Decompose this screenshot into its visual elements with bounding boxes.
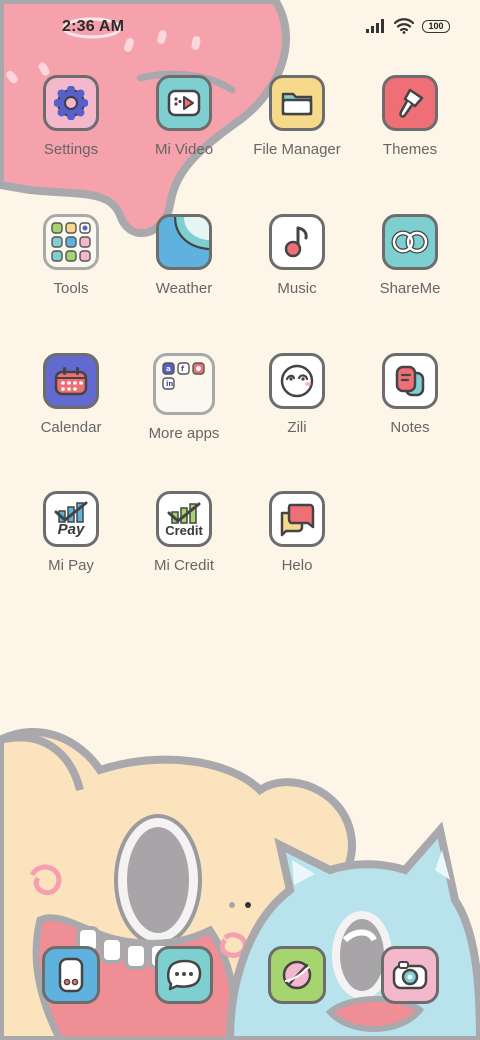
brush-icon: [382, 75, 438, 131]
app-label: Settings: [43, 141, 99, 158]
svg-text:a: a: [166, 365, 171, 373]
settings-icon: [43, 75, 99, 131]
app-settings[interactable]: Settings: [14, 75, 128, 158]
battery-icon: 100: [422, 19, 450, 33]
app-label: ShareMe: [379, 280, 441, 297]
music-icon: [269, 214, 325, 270]
page-dot-1[interactable]: [229, 902, 235, 908]
mi-pay-icon: Pay: [43, 491, 99, 547]
app-mi-credit[interactable]: Credit Mi Credit: [127, 491, 241, 574]
app-label: Weather: [155, 280, 213, 297]
app-label: Tools: [53, 280, 89, 297]
app-label: Calendar: [40, 419, 102, 436]
app-label: Helo: [281, 557, 313, 574]
app-mi-video[interactable]: Mi Video: [127, 75, 241, 158]
video-icon: [156, 75, 212, 131]
zili-face-icon: [269, 353, 325, 409]
tools-folder-icon: [43, 214, 99, 270]
more-apps-folder-icon: a f in: [153, 353, 215, 415]
app-tools-folder[interactable]: Tools: [14, 214, 128, 297]
phone-icon: [58, 957, 84, 993]
app-label: Music: [277, 280, 317, 297]
shareme-icon: [382, 214, 438, 270]
clock: 2:36 AM: [62, 18, 125, 35]
dock-phone-app[interactable]: [42, 946, 100, 1004]
status-icons: 100: [366, 18, 450, 34]
app-label: Mi Video: [154, 141, 214, 158]
app-label: More apps: [148, 425, 220, 442]
signal-icon: [366, 19, 384, 33]
battery-level: 100: [428, 21, 444, 31]
app-label: Themes: [382, 141, 438, 158]
app-file-manager[interactable]: File Manager: [240, 75, 354, 158]
wifi-icon: [394, 18, 414, 34]
app-music[interactable]: Music: [240, 214, 354, 297]
app-label: Mi Credit: [153, 557, 214, 574]
notes-icon: [382, 353, 438, 409]
weather-icon: [156, 214, 212, 270]
app-zili[interactable]: Zili: [240, 353, 354, 436]
browser-icon: [282, 960, 312, 990]
mi-pay-icon-text: Pay: [57, 521, 85, 538]
app-label: Mi Pay: [48, 557, 94, 574]
app-themes[interactable]: Themes: [353, 75, 467, 158]
svg-text:in: in: [166, 380, 173, 388]
app-mi-pay[interactable]: Pay Mi Pay: [14, 491, 128, 574]
app-more-apps-folder[interactable]: a f in More apps: [127, 353, 241, 442]
app-notes[interactable]: Notes: [353, 353, 467, 436]
messages-icon: [167, 959, 202, 991]
dock-browser-app[interactable]: [268, 946, 326, 1004]
dock-camera-app[interactable]: [381, 946, 439, 1004]
app-weather[interactable]: Weather: [127, 214, 241, 297]
app-calendar[interactable]: Calendar: [14, 353, 128, 436]
dock-messages-app[interactable]: [155, 946, 213, 1004]
app-shareme[interactable]: ShareMe: [353, 214, 467, 297]
page-dot-2-current[interactable]: [245, 902, 251, 908]
app-label: File Manager: [253, 141, 341, 158]
calendar-icon: [43, 353, 99, 409]
camera-icon: [392, 961, 428, 990]
status-bar: 2:36 AM 100: [0, 0, 480, 56]
helo-icon: [269, 491, 325, 547]
app-label: Zili: [287, 419, 307, 436]
app-helo[interactable]: Helo: [240, 491, 354, 574]
folder-icon: [269, 75, 325, 131]
app-label: Notes: [390, 419, 430, 436]
mi-credit-icon: Credit: [156, 491, 212, 547]
mi-credit-icon-text: Credit: [165, 522, 203, 538]
